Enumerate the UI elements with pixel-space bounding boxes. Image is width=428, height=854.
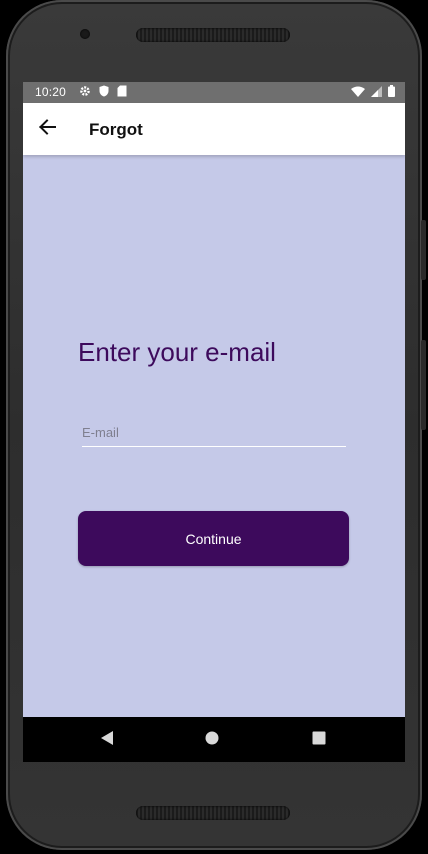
continue-button[interactable]: Continue [78,511,349,566]
gear-icon [79,85,91,100]
status-icons-right [351,85,395,100]
arrow-left-icon [38,118,56,141]
continue-label: Continue [185,530,242,547]
status-bar: 10:20 [23,82,405,103]
system-nav-bar [23,717,405,762]
power-button [421,340,426,430]
heading: Enter your e-mail [78,337,276,367]
screen: 10:20 Forgot Enter your e-mail E-mail Co… [23,82,405,762]
status-time: 10:20 [35,85,67,99]
email-field[interactable] [82,412,346,447]
top-speaker [136,28,290,42]
battery-icon [388,85,395,100]
home-circle-icon [205,731,219,750]
nav-back-button[interactable] [98,730,116,750]
email-input[interactable] [82,412,346,446]
wifi-icon [351,86,365,100]
app-bar: Forgot [23,103,405,155]
page-title: Forgot [89,120,143,139]
back-triangle-icon [100,730,114,750]
nav-home-button[interactable] [203,731,221,749]
sim-card-icon [117,85,127,100]
front-camera [80,29,90,39]
shield-icon [99,85,109,100]
recents-square-icon [312,731,326,750]
signal-icon [371,85,382,100]
bottom-speaker [136,806,290,820]
status-icons-left [79,85,127,100]
volume-button [421,220,426,280]
back-button[interactable] [33,115,61,143]
nav-recents-button[interactable] [310,731,328,749]
